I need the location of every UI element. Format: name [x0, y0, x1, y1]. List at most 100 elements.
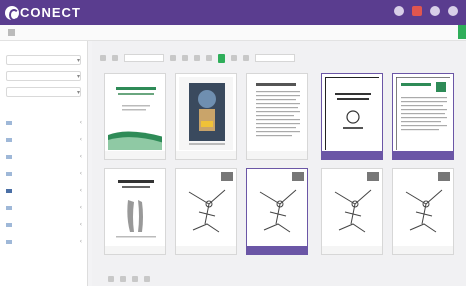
refresh-icon[interactable]: [100, 55, 106, 61]
pagination: [92, 272, 466, 286]
folder-icon: [6, 222, 12, 227]
document-card[interactable]: [321, 168, 383, 255]
document-title: [247, 151, 307, 159]
document-thumbnail: [250, 77, 304, 150]
chevron-left-icon: ‹: [79, 204, 82, 211]
document-title: [322, 151, 382, 159]
document-title: [393, 151, 453, 159]
view-select[interactable]: [124, 54, 164, 62]
type-badge: [292, 172, 304, 181]
document-thumbnail: [325, 172, 379, 245]
folder-icon: [6, 239, 12, 244]
cover-art: [116, 180, 156, 238]
tag-icon[interactable]: [194, 55, 200, 61]
cover-art: [325, 77, 379, 150]
filter-field[interactable]: ▾: [6, 71, 81, 81]
breadcrumb: [0, 25, 466, 41]
document-thumbnail: [179, 172, 233, 245]
cover-art: [334, 189, 372, 233]
document-card[interactable]: [246, 168, 308, 255]
cover-art: [188, 189, 226, 233]
document-thumbnail: [250, 172, 304, 245]
cover-art: [108, 87, 162, 150]
page-search[interactable]: [255, 54, 295, 62]
document-title: [176, 246, 236, 254]
flag-icon[interactable]: [412, 6, 422, 16]
user-icon[interactable]: [448, 6, 458, 16]
chevron-left-icon: ‹: [79, 187, 82, 194]
help-icon[interactable]: [430, 6, 440, 16]
cover-art: [396, 77, 450, 150]
document-thumbnail: [108, 172, 162, 245]
document-card[interactable]: [104, 168, 166, 255]
next-page-icon[interactable]: [132, 276, 138, 282]
document-card[interactable]: [175, 73, 237, 160]
document-title: [176, 151, 236, 159]
document-title: [322, 246, 382, 254]
move-icon[interactable]: [206, 55, 212, 61]
bell-icon[interactable]: [394, 6, 404, 16]
list-view-icon[interactable]: [243, 55, 249, 61]
document-thumbnail: [396, 172, 450, 245]
folder-icon: [6, 205, 12, 210]
document-title: [393, 246, 453, 254]
chevron-left-icon: ‹: [79, 153, 82, 160]
app-logo[interactable]: CONECT: [5, 5, 81, 21]
share-icon[interactable]: [182, 55, 188, 61]
document-card[interactable]: [246, 73, 308, 160]
document-title: [105, 151, 165, 159]
folder-icon: [6, 188, 12, 193]
chevron-down-icon: ▾: [76, 56, 80, 64]
document-thumbnail: [396, 77, 450, 150]
first-page-icon[interactable]: [108, 276, 114, 282]
side-panel-toggle[interactable]: [458, 25, 466, 39]
document-title: [247, 246, 307, 254]
document-card[interactable]: [104, 73, 166, 160]
sidebar: ▾ ▾ ▾ ‹ ‹ ‹ ‹ ‹ ‹ ‹ ‹: [0, 41, 88, 286]
grid-toolbar: [92, 51, 466, 65]
sort-field[interactable]: ▾: [6, 87, 81, 97]
chevron-left-icon: ‹: [79, 221, 82, 228]
chevron-down-icon: ▾: [76, 72, 80, 80]
tree-item[interactable]: ‹: [6, 202, 82, 213]
cover-art: [256, 83, 300, 137]
folder-icon: [6, 120, 12, 125]
folder-icon: [6, 171, 12, 176]
chevron-down-icon: ▾: [76, 88, 80, 96]
tree-item[interactable]: ‹: [6, 151, 82, 162]
tree-item[interactable]: ‹: [6, 134, 82, 145]
folder-icon: [6, 154, 12, 159]
top-bar: CONECT: [0, 0, 466, 25]
cover-art: [259, 189, 297, 233]
tree-item[interactable]: ‹: [6, 168, 82, 179]
tree-item[interactable]: ‹: [6, 236, 82, 247]
home-icon[interactable]: [8, 29, 15, 36]
tree-item[interactable]: ‹: [6, 117, 82, 128]
chevron-left-icon: ‹: [79, 238, 82, 245]
document-thumbnail: [325, 77, 379, 150]
document-card[interactable]: [321, 73, 383, 160]
tree-item[interactable]: ‹: [6, 185, 82, 196]
chevron-left-icon: ‹: [79, 119, 82, 126]
document-grid: [92, 41, 466, 286]
grid-view-icon[interactable]: [231, 55, 237, 61]
document-title: [105, 246, 165, 254]
cover-art: [179, 77, 233, 150]
search-field[interactable]: ▾: [6, 55, 81, 65]
filter-icon[interactable]: [112, 55, 118, 61]
chevron-left-icon: ‹: [79, 136, 82, 143]
prev-page-icon[interactable]: [120, 276, 126, 282]
type-badge: [438, 172, 450, 181]
document-card[interactable]: [392, 73, 454, 160]
last-page-icon[interactable]: [144, 276, 150, 282]
document-card[interactable]: [392, 168, 454, 255]
tree-item[interactable]: ‹: [6, 219, 82, 230]
upload-button[interactable]: [218, 53, 225, 63]
type-badge: [221, 172, 233, 181]
document-thumbnail: [108, 77, 162, 150]
cover-art: [405, 189, 443, 233]
download-icon[interactable]: [170, 55, 176, 61]
document-card[interactable]: [175, 168, 237, 255]
type-badge: [367, 172, 379, 181]
chevron-left-icon: ‹: [79, 170, 82, 177]
